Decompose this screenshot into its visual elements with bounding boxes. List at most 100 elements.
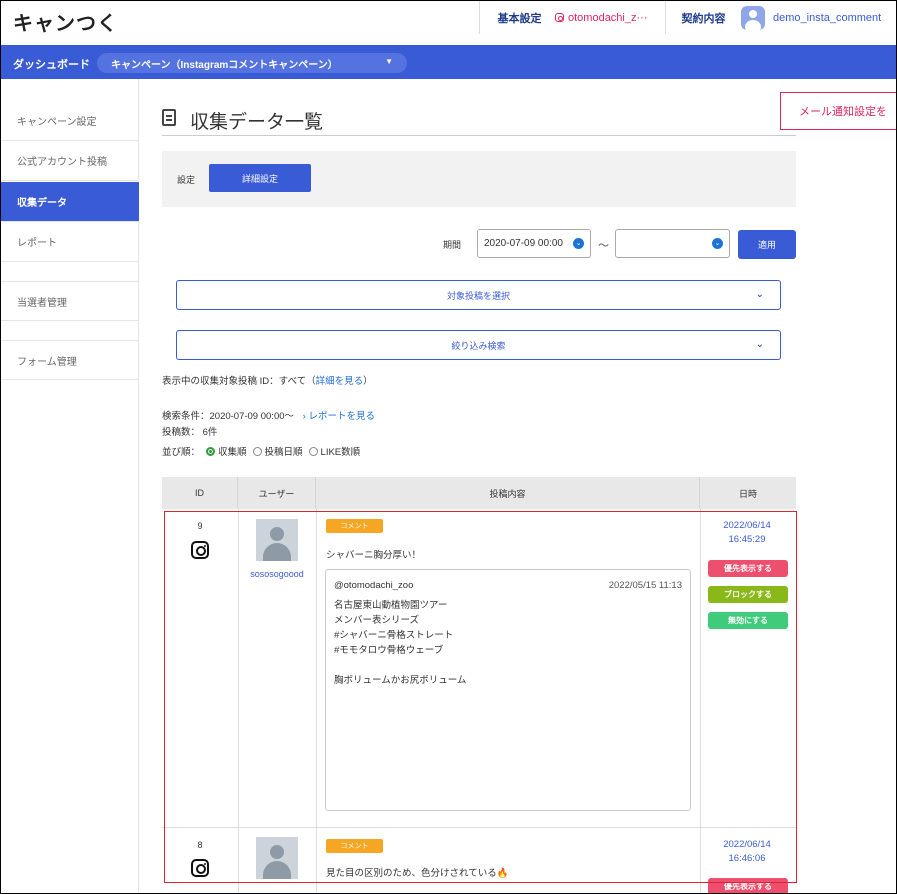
filter-search-accordion[interactable]: 絞り込み検索 ⌄ xyxy=(176,330,781,360)
range-separator: 〜 xyxy=(598,240,609,252)
sort-option-label: 投稿日順 xyxy=(264,447,303,458)
username-link[interactable]: sososogoood xyxy=(238,569,316,579)
post-body: 名古屋東山動植物園ツアー メンバー表シリーズ #シャバーニ骨格ストレート #モモ… xyxy=(334,600,467,686)
sort-option-collected[interactable]: 収集順 xyxy=(206,444,247,458)
basic-settings-link[interactable]: 基本設定 xyxy=(479,1,559,34)
sort-option-likes[interactable]: LIKE数順 xyxy=(308,444,361,458)
sidebar-item-label: キャンペーン設定 xyxy=(17,117,97,128)
page-title: 収集データ一覧 xyxy=(190,112,324,133)
user-name: demo_insta_comment xyxy=(773,11,882,24)
settings-label: 設定 xyxy=(177,175,196,185)
sidebar-item-winner-management[interactable]: 当選者管理 xyxy=(1,281,139,321)
collected-data-table: ID ユーザー 投稿内容 日時 9 sososogoood コメント シャバーニ… xyxy=(162,477,796,893)
sidebar-item-label: フォーム管理 xyxy=(17,356,77,368)
detail-settings-button[interactable]: 詳細設定 xyxy=(209,164,311,192)
post-date: 2022/05/15 11:13 xyxy=(608,580,682,591)
chevron-down-icon: ⌄ xyxy=(712,238,723,249)
app-logo[interactable]: キャンつく xyxy=(13,7,118,36)
column-divider xyxy=(700,509,701,893)
user-avatar xyxy=(256,519,298,561)
sidebar-item-label: 収集データ xyxy=(17,198,67,209)
search-condition: 検索条件：2020-07-09 00:00〜 › レポートを見る xyxy=(162,408,375,422)
apply-button[interactable]: 適用 xyxy=(738,230,796,259)
disable-button[interactable]: 無効にする xyxy=(708,612,788,629)
period-label: 期間 xyxy=(443,240,462,250)
document-icon xyxy=(162,109,176,126)
app-frame: キャンつく 基本設定 otomodachi_z··· 契約内容 demo_ins… xyxy=(0,0,897,894)
campaign-selector[interactable]: キャンペーン（Instagramコメントキャンペーン） ▼ xyxy=(97,53,407,73)
sidebar-item-collected-data[interactable]: 収集データ xyxy=(1,182,139,222)
instagram-icon xyxy=(555,13,564,22)
accordion-label: 対象投稿を選択 xyxy=(446,290,510,301)
sidebar-item-campaign-settings[interactable]: キャンペーン設定 xyxy=(1,101,139,141)
row-id: 9 xyxy=(197,521,203,531)
view-report-link[interactable]: › レポートを見る xyxy=(303,411,375,422)
comment-text: シャバーニ胸分厚い！ xyxy=(326,550,422,561)
sort-option-post-date[interactable]: 投稿日順 xyxy=(252,444,303,458)
account-name: otomodachi_z··· xyxy=(568,11,648,24)
column-divider xyxy=(238,509,239,893)
block-button[interactable]: ブロックする xyxy=(708,586,788,603)
instagram-icon xyxy=(191,541,209,559)
prioritize-button[interactable]: 優先表示する xyxy=(708,560,788,577)
view-details-link[interactable]: 詳細を見る xyxy=(316,376,364,387)
collected-datetime: 2022/06/14 16:46:06 xyxy=(700,838,794,866)
sidebar-item-label: レポート xyxy=(17,238,57,249)
sidebar: キャンペーン設定 公式アカウント投稿 収集データ レポート 当選者管理 フォーム… xyxy=(1,79,139,893)
radio-icon xyxy=(252,447,262,456)
collected-time: 16:45:29 xyxy=(728,534,766,545)
post-account: @otomodachi_zoo xyxy=(334,580,414,591)
date-to-input[interactable]: ⌄ xyxy=(615,229,730,258)
sidebar-item-report[interactable]: レポート xyxy=(1,222,139,262)
row-divider xyxy=(162,827,796,828)
caret-down-icon: ▼ xyxy=(385,57,393,66)
collected-date: 2022/06/14 xyxy=(723,520,771,531)
top-header: キャンつく 基本設定 otomodachi_z··· 契約内容 demo_ins… xyxy=(1,1,896,45)
chevron-down-icon: ⌄ xyxy=(755,289,764,300)
comment-tag: コメント xyxy=(326,519,383,533)
contract-link[interactable]: 契約内容 xyxy=(665,1,741,34)
accordion-label: 絞り込み検索 xyxy=(451,340,506,351)
comment-text: 見た目の区別のため、色分けされている🔥 xyxy=(326,868,509,879)
chevron-down-icon: ⌄ xyxy=(573,238,584,249)
original-post-card: @otomodachi_zoo 2022/05/15 11:13 名古屋東山動植… xyxy=(325,569,691,811)
collected-date: 2022/06/14 xyxy=(723,839,771,850)
select-target-post-accordion[interactable]: 対象投稿を選択 ⌄ xyxy=(176,280,781,310)
target-post-info: 表示中の収集対象投稿 ID：すべて（詳細を見る） xyxy=(162,373,373,387)
date-from-input[interactable]: 2020-07-09 00:00 ⌄ xyxy=(477,229,591,258)
chevron-down-icon: ⌄ xyxy=(755,339,764,350)
settings-panel: 設定 詳細設定 xyxy=(162,151,796,207)
mail-notification-settings-button[interactable]: メール通知設定を xyxy=(780,92,896,130)
sort-option-label: LIKE数順 xyxy=(320,447,361,458)
row-id: 8 xyxy=(197,840,203,850)
prioritize-button[interactable]: 優先表示する xyxy=(708,878,788,893)
sidebar-item-form-management[interactable]: フォーム管理 xyxy=(1,340,139,380)
sidebar-item-official-posts[interactable]: 公式アカウント投稿 xyxy=(1,141,139,181)
column-header-content: 投稿内容 xyxy=(316,477,700,509)
target-post-prefix: 表示中の収集対象投稿 ID：すべて（ xyxy=(162,376,316,387)
user-avatar xyxy=(256,837,298,879)
column-header-user: ユーザー xyxy=(238,477,316,509)
collected-time: 16:46:06 xyxy=(728,853,766,864)
sidebar-item-label: 公式アカウント投稿 xyxy=(17,157,107,168)
column-header-datetime: 日時 xyxy=(738,488,757,499)
post-count: 投稿数： 6件 xyxy=(162,427,218,438)
search-condition-text: 検索条件：2020-07-09 00:00〜 xyxy=(162,411,295,422)
radio-selected-icon xyxy=(206,447,216,456)
sort-label: 並び順： xyxy=(162,447,201,458)
instagram-icon xyxy=(191,859,209,877)
sort-option-label: 収集順 xyxy=(218,447,247,458)
title-divider xyxy=(162,135,796,136)
radio-icon xyxy=(308,447,318,456)
account-switcher[interactable]: otomodachi_z··· xyxy=(553,1,665,34)
user-avatar-icon xyxy=(741,5,765,30)
comment-tag: コメント xyxy=(326,839,383,853)
column-divider xyxy=(316,509,317,893)
table-header: ID ユーザー 投稿内容 日時 xyxy=(162,477,796,509)
target-post-suffix: ） xyxy=(363,376,373,387)
campaign-selector-label: キャンペーン（Instagramコメントキャンペーン） xyxy=(111,59,338,71)
user-menu[interactable]: demo_insta_comment xyxy=(741,1,896,34)
collected-datetime: 2022/06/14 16:45:29 xyxy=(700,519,794,547)
dashboard-link[interactable]: ダッシュボード xyxy=(13,56,90,72)
date-from-value: 2020-07-09 00:00 xyxy=(484,238,563,249)
